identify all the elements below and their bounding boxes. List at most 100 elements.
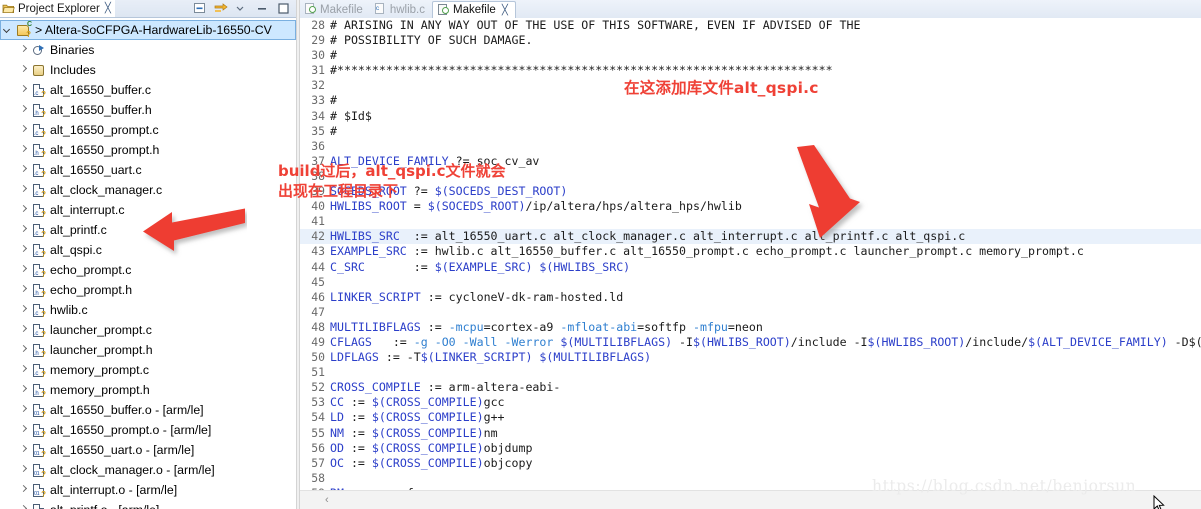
chevron-right-icon[interactable] xyxy=(18,405,28,415)
chevron-right-icon[interactable] xyxy=(18,225,28,235)
code-line[interactable]: 40 HWLIBS_ROOT = $(SOCEDS_ROOT)/ip/altera… xyxy=(300,199,1201,214)
minimize-icon[interactable] xyxy=(256,2,270,15)
chevron-down-icon[interactable] xyxy=(3,25,13,35)
chevron-right-icon[interactable] xyxy=(18,305,28,315)
code-line[interactable]: 46 LINKER_SCRIPT := cycloneV-dk-ram-hoste… xyxy=(300,290,1201,305)
tree-item[interactable]: .h? memory_prompt.h xyxy=(0,380,296,400)
tree-item[interactable]: Includes xyxy=(0,60,296,80)
chevron-right-icon[interactable] xyxy=(18,445,28,455)
code-token: LDFLAGS xyxy=(330,350,386,365)
code-line[interactable]: 37 ALT_DEVICE_FAMILY ?= soc_cv_av xyxy=(300,154,1201,169)
close-icon[interactable]: ╳ xyxy=(105,3,111,14)
code-line[interactable]: 35 # xyxy=(300,124,1201,139)
code-line[interactable]: 39 SOCEDS_ROOT ?= $(SOCEDS_DEST_ROOT) xyxy=(300,184,1201,199)
code-line[interactable]: 42 HWLIBS_SRC := alt_16550_uart.c alt_clo… xyxy=(300,229,1201,245)
chevron-right-icon[interactable] xyxy=(18,245,28,255)
tree-item[interactable]: .h? alt_16550_prompt.h xyxy=(0,140,296,160)
tree-item[interactable]: .c? alt_interrupt.c xyxy=(0,200,296,220)
chevron-right-icon[interactable] xyxy=(18,465,28,475)
project-explorer-tab[interactable]: Project Explorer ╳ xyxy=(0,0,115,17)
chevron-right-icon[interactable] xyxy=(18,425,28,435)
tree-item[interactable]: .c? memory_prompt.c xyxy=(0,360,296,380)
maximize-icon[interactable] xyxy=(277,2,291,15)
tree-item[interactable]: 01? alt_16550_prompt.o - [arm/le] xyxy=(0,420,296,440)
tree-item[interactable]: .c? launcher_prompt.c xyxy=(0,320,296,340)
chevron-right-icon[interactable] xyxy=(18,365,28,375)
chevron-right-icon[interactable] xyxy=(18,505,28,509)
collapse-all-icon[interactable] xyxy=(193,2,207,15)
editor-tab[interactable]: c hwlib.c xyxy=(370,1,432,18)
chevron-right-icon[interactable] xyxy=(18,45,28,55)
chevron-right-icon[interactable] xyxy=(18,325,28,335)
chevron-right-icon[interactable] xyxy=(18,345,28,355)
code-line[interactable]: 50 LDFLAGS := -T$(LINKER_SCRIPT) $(MULTIL… xyxy=(300,350,1201,365)
tree-item[interactable]: .h? alt_16550_buffer.h xyxy=(0,100,296,120)
code-line[interactable]: 34 # $Id$ xyxy=(300,109,1201,124)
code-line[interactable]: 55 NM := $(CROSS_COMPILE)nm xyxy=(300,426,1201,441)
code-line[interactable]: 31 #*************************************… xyxy=(300,63,1201,78)
editor-tab[interactable]: Makefile ╳ xyxy=(431,1,516,18)
tree-item[interactable]: .c? alt_16550_buffer.c xyxy=(0,80,296,100)
tree-item[interactable]: 01? alt_interrupt.o - [arm/le] xyxy=(0,480,296,500)
horizontal-scrollbar[interactable]: ‹ xyxy=(300,490,1201,509)
chevron-right-icon[interactable] xyxy=(18,145,28,155)
chevron-right-icon[interactable] xyxy=(18,65,28,75)
code-line[interactable]: 52 CROSS_COMPILE := arm-altera-eabi- xyxy=(300,380,1201,395)
editor-tab[interactable]: Makefile xyxy=(300,1,370,18)
chevron-right-icon[interactable] xyxy=(18,485,28,495)
code-line[interactable]: 54 LD := $(CROSS_COMPILE)g++ xyxy=(300,410,1201,425)
code-line[interactable]: 29 # POSSIBILITY OF SUCH DAMAGE. xyxy=(300,33,1201,48)
scroll-left-icon[interactable]: ‹ xyxy=(325,494,329,506)
tree-item[interactable]: 01? alt_clock_manager.o - [arm/le] xyxy=(0,460,296,480)
code-line[interactable]: 56 OD := $(CROSS_COMPILE)objdump xyxy=(300,441,1201,456)
tree-item[interactable]: .c? alt_16550_prompt.c xyxy=(0,120,296,140)
code-line[interactable]: 47 xyxy=(300,305,1201,320)
code-line[interactable]: 58 xyxy=(300,471,1201,486)
object-file-icon: 01? xyxy=(31,463,46,478)
view-menu-icon[interactable] xyxy=(235,2,249,15)
chevron-right-icon[interactable] xyxy=(18,85,28,95)
close-icon[interactable]: ╳ xyxy=(502,5,508,16)
tree-item[interactable]: .c? echo_prompt.c xyxy=(0,260,296,280)
code-line[interactable]: 48 MULTILIBFLAGS := -mcpu=cortex-a9 -mflo… xyxy=(300,320,1201,335)
makefile-code-view[interactable]: 28 # ARISING IN ANY WAY OUT OF THE USE OF… xyxy=(300,18,1201,509)
code-token: g++ xyxy=(483,410,505,425)
tree-item[interactable]: .c? alt_qspi.c xyxy=(0,240,296,260)
link-with-editor-icon[interactable] xyxy=(214,2,228,15)
chevron-right-icon[interactable] xyxy=(18,205,28,215)
code-line[interactable]: 28 # ARISING IN ANY WAY OUT OF THE USE OF… xyxy=(300,18,1201,33)
code-line[interactable]: 43 EXAMPLE_SRC := hwlib.c alt_16550_buffe… xyxy=(300,244,1201,259)
code-line[interactable]: 36 xyxy=(300,139,1201,154)
chevron-right-icon[interactable] xyxy=(18,285,28,295)
editor-tab-bar[interactable]: Makefile c hwlib.c Makefile ╳ xyxy=(300,0,1201,19)
chevron-right-icon[interactable] xyxy=(18,105,28,115)
chevron-right-icon[interactable] xyxy=(18,385,28,395)
chevron-right-icon[interactable] xyxy=(18,265,28,275)
code-line[interactable]: 30 # xyxy=(300,48,1201,63)
tree-item[interactable]: Binaries xyxy=(0,40,296,60)
chevron-right-icon[interactable] xyxy=(18,125,28,135)
tree-item[interactable]: 01? alt_16550_uart.o - [arm/le] xyxy=(0,440,296,460)
code-line[interactable]: 51 xyxy=(300,365,1201,380)
tree-item[interactable]: .c? alt_printf.c xyxy=(0,220,296,240)
project-tree[interactable]: C? > Altera-SoCFPGA-HardwareLib-16550-CV B… xyxy=(0,18,296,509)
code-line[interactable]: 53 CC := $(CROSS_COMPILE)gcc xyxy=(300,395,1201,410)
code-line[interactable]: 49 CFLAGS := -g -O0 -Wall -Werror $(MULTI… xyxy=(300,335,1201,350)
chevron-right-icon[interactable] xyxy=(18,185,28,195)
tree-item[interactable]: .h? echo_prompt.h xyxy=(0,280,296,300)
code-line[interactable]: 44 C_SRC := $(EXAMPLE_SRC) $(HWLIBS_SRC) xyxy=(300,260,1201,275)
tree-item[interactable]: .c? alt_clock_manager.c xyxy=(0,180,296,200)
code-line[interactable]: 57 OC := $(CROSS_COMPILE)objcopy xyxy=(300,456,1201,471)
chevron-right-icon[interactable] xyxy=(18,165,28,175)
tree-item[interactable]: C? > Altera-SoCFPGA-HardwareLib-16550-CV xyxy=(0,20,296,40)
code-line[interactable]: 38 xyxy=(300,169,1201,184)
tree-item[interactable]: .c? hwlib.c xyxy=(0,300,296,320)
tree-item[interactable]: .h? launcher_prompt.h xyxy=(0,340,296,360)
code-line[interactable]: 32 xyxy=(300,78,1201,93)
code-line[interactable]: 45 xyxy=(300,275,1201,290)
code-line[interactable]: 33 # xyxy=(300,93,1201,108)
tree-item[interactable]: .c? alt_16550_uart.c xyxy=(0,160,296,180)
tree-item[interactable]: 01? alt_printf.o - [arm/le] xyxy=(0,500,296,509)
tree-item[interactable]: 01? alt_16550_buffer.o - [arm/le] xyxy=(0,400,296,420)
code-line[interactable]: 41 xyxy=(300,214,1201,229)
